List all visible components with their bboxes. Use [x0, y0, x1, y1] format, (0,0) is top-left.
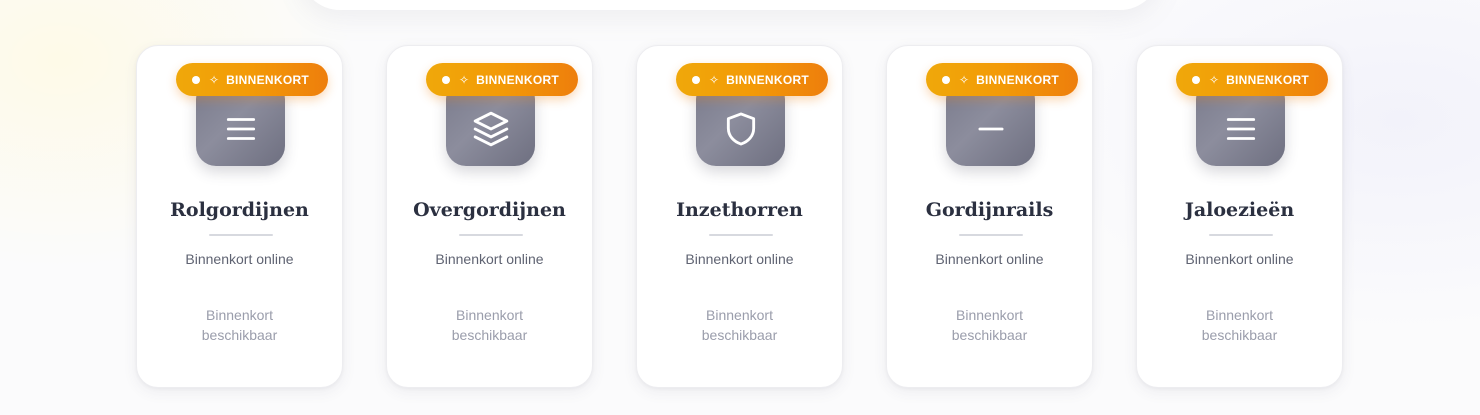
card-title: Gordijnrails — [925, 199, 1054, 221]
product-card-grid: ✧ BINNENKORT Rolgordijnen Binnenkort onl… — [136, 45, 1343, 388]
header-panel-edge — [300, 0, 1160, 10]
sparkle-icon: ✧ — [959, 72, 970, 87]
coming-soon-badge: ✧ BINNENKORT — [676, 63, 828, 96]
title-divider — [209, 234, 273, 236]
badge-label: BINNENKORT — [476, 72, 560, 87]
product-card-gordijnrails[interactable]: ✧ BINNENKORT Gordijnrails Binnenkort onl… — [886, 45, 1093, 388]
availability-text: Binnenkort beschikbaar — [701, 307, 778, 343]
availability-text: Binnenkort beschikbaar — [451, 307, 528, 343]
product-card-overgordijnen[interactable]: ✧ BINNENKORT Overgordijnen Binnenkort on… — [386, 45, 593, 388]
product-card-inzethorren[interactable]: ✧ BINNENKORT Inzethorren Binnenkort onli… — [636, 45, 843, 388]
product-card-jaloezieen[interactable]: ✧ BINNENKORT Jaloezieën Binnenkort onlin… — [1136, 45, 1343, 388]
card-subtitle: Binnenkort online — [435, 251, 544, 267]
badge-label: BINNENKORT — [976, 72, 1060, 87]
card-subtitle: Binnenkort online — [185, 251, 294, 267]
title-divider — [1209, 234, 1273, 236]
sparkle-icon: ✧ — [1209, 72, 1220, 87]
sparkle-icon: ✧ — [459, 72, 470, 87]
card-title: Inzethorren — [676, 199, 803, 221]
coming-soon-badge: ✧ BINNENKORT — [426, 63, 578, 96]
availability-text: Binnenkort beschikbaar — [1201, 307, 1278, 343]
badge-dot-icon — [692, 75, 700, 84]
badge-dot-icon — [942, 75, 950, 84]
badge-dot-icon — [442, 75, 450, 84]
coming-soon-badge: ✧ BINNENKORT — [926, 63, 1078, 96]
sparkle-icon: ✧ — [209, 72, 220, 87]
title-divider — [959, 234, 1023, 236]
badge-label: BINNENKORT — [726, 72, 810, 87]
card-title: Overgordijnen — [413, 199, 566, 221]
title-divider — [459, 234, 523, 236]
card-subtitle: Binnenkort online — [685, 251, 794, 267]
availability-text: Binnenkort beschikbaar — [201, 307, 278, 343]
card-title: Rolgordijnen — [170, 199, 309, 221]
card-subtitle: Binnenkort online — [1185, 251, 1294, 267]
availability-text: Binnenkort beschikbaar — [951, 307, 1028, 343]
badge-label: BINNENKORT — [226, 72, 310, 87]
badge-dot-icon — [192, 75, 200, 84]
product-card-rolgordijnen[interactable]: ✧ BINNENKORT Rolgordijnen Binnenkort onl… — [136, 45, 343, 388]
badge-label: BINNENKORT — [1226, 72, 1310, 87]
coming-soon-badge: ✧ BINNENKORT — [176, 63, 328, 96]
title-divider — [709, 234, 773, 236]
coming-soon-badge: ✧ BINNENKORT — [1176, 63, 1328, 96]
sparkle-icon: ✧ — [709, 72, 720, 87]
card-title: Jaloezieën — [1184, 199, 1295, 221]
card-subtitle: Binnenkort online — [935, 251, 1044, 267]
badge-dot-icon — [1192, 75, 1200, 84]
